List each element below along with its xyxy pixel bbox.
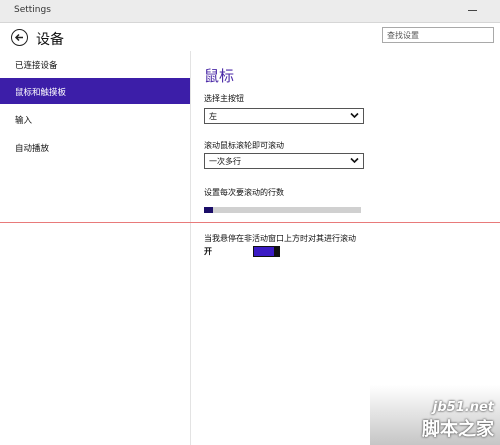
wheel-scroll-label: 滚动鼠标滚轮即可滚动	[204, 141, 284, 150]
back-arrow-icon	[14, 33, 23, 42]
slider-fill	[204, 207, 214, 213]
chevron-down-icon	[350, 157, 359, 164]
primary-button-label: 选择主按钮	[204, 94, 244, 103]
wheel-scroll-value: 一次多行	[209, 157, 241, 166]
settings-window: Settings 设备 查找设置 已连接设备 鼠标和触摸板 输入 自动播放 鼠标…	[0, 0, 500, 445]
inactive-scroll-toggle[interactable]	[253, 246, 280, 257]
page-title: 设备	[36, 32, 64, 48]
search-input[interactable]: 查找设置	[382, 27, 494, 43]
sidebar-item-label: 自动播放	[15, 144, 50, 154]
minimize-button[interactable]	[468, 5, 478, 15]
window-title: Settings	[14, 5, 51, 15]
sidebar-item-autoplay[interactable]: 自动播放	[0, 134, 190, 160]
wheel-scroll-dropdown[interactable]: 一次多行	[204, 153, 364, 169]
lines-per-scroll-slider[interactable]	[204, 207, 361, 213]
chevron-down-icon	[350, 112, 359, 119]
sidebar-item-label: 输入	[15, 116, 33, 126]
toggle-knob	[274, 246, 280, 257]
watermark: jb51.net 脚本之家	[422, 400, 494, 441]
sidebar: 已连接设备 鼠标和触摸板 输入 自动播放	[0, 51, 191, 445]
annotation-line	[0, 222, 500, 223]
primary-button-dropdown[interactable]: 左	[204, 108, 364, 124]
inactive-scroll-label: 当我悬停在非活动窗口上方时对其进行滚动	[204, 234, 356, 243]
title-bar: Settings	[0, 0, 500, 23]
primary-button-value: 左	[209, 112, 217, 121]
sidebar-item-mouse-touchpad[interactable]: 鼠标和触摸板	[0, 78, 190, 104]
back-button[interactable]	[11, 29, 28, 46]
sidebar-item-label: 鼠标和触摸板	[15, 88, 67, 98]
sidebar-item-typing[interactable]: 输入	[0, 106, 190, 132]
search-placeholder: 查找设置	[387, 31, 419, 40]
watermark-url: jb51.net	[432, 400, 494, 415]
lines-per-scroll-label: 设置每次要滚动的行数	[204, 188, 284, 197]
sidebar-item-label: 已连接设备	[15, 61, 58, 71]
watermark-name: 脚本之家	[422, 419, 494, 440]
section-title: 鼠标	[204, 67, 235, 85]
sidebar-item-connected-devices[interactable]: 已连接设备	[0, 51, 190, 77]
inactive-scroll-state: 开	[204, 247, 212, 256]
